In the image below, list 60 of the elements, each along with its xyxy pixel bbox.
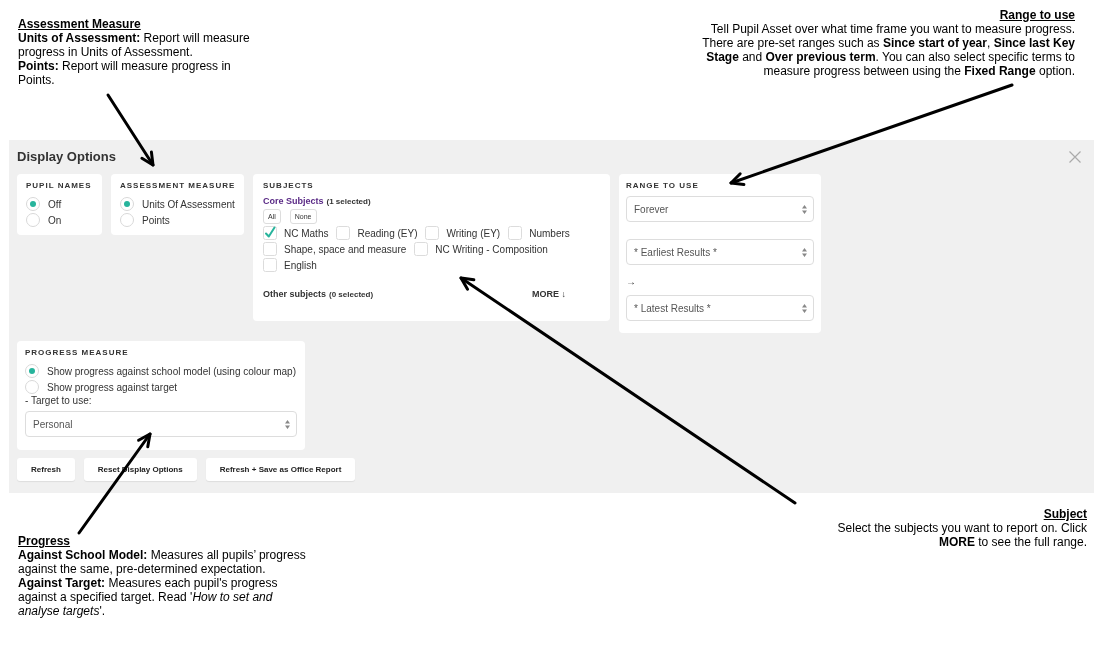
checkbox[interactable]	[414, 242, 429, 256]
note-text: Points: Report will measure progress in Points.	[18, 59, 232, 87]
note-heading: Range to use	[999, 8, 1075, 22]
card-heading: PUPIL NAMES	[26, 181, 92, 191]
subject-label: Shape, space and measure	[284, 243, 407, 255]
updown-chevron-icon	[802, 204, 807, 214]
updown-chevron-icon	[802, 247, 807, 257]
radio-button[interactable]	[26, 213, 40, 227]
note-heading: Assessment Measure	[18, 17, 141, 31]
panel-title: Display Options	[17, 149, 116, 165]
note-text: Select the subjects you want to report on. Click MORE to see the full range.	[836, 521, 1087, 549]
option-label: Units Of Assessment	[142, 198, 235, 210]
note-text: Tell Pupil Asset over what time frame you want to measure progress. There are pre-set ranges such as Since start of year, Since last Key Stage and Over previous term. You can also select specific terms to measure progress between using the Fixed Range option.	[701, 22, 1075, 78]
option-label: Show progress against school model (using colour map)	[47, 365, 296, 377]
option-label: Show progress against target	[47, 381, 178, 393]
updown-chevron-icon	[285, 419, 290, 429]
radio-button[interactable]	[26, 197, 40, 211]
option-label: Off	[48, 198, 62, 210]
checkbox[interactable]	[263, 258, 277, 272]
updown-chevron-icon	[802, 303, 807, 313]
radio-button[interactable]	[25, 380, 39, 394]
subject-label: Writing (EY)	[446, 227, 501, 239]
other-subjects-link[interactable]: Other subjects	[263, 289, 327, 299]
card-heading: PROGRESS MEASURE	[25, 348, 129, 358]
dropdown-select[interactable]: Personal	[25, 411, 297, 437]
note-heading: Progress	[18, 534, 71, 548]
checkbox[interactable]	[336, 226, 351, 240]
action-button[interactable]: Refresh + Save as Office Report	[205, 458, 356, 481]
option-label: On	[48, 214, 62, 226]
subject-label: NC Writing - Composition	[435, 243, 548, 255]
checkbox[interactable]	[508, 226, 523, 240]
card-heading: RANGE TO USE	[626, 181, 699, 191]
close-icon[interactable]	[1069, 151, 1081, 163]
selection-count: (0 selected)	[329, 290, 374, 300]
subject-label: Reading (EY)	[357, 227, 418, 239]
subject-label: NC Maths	[284, 227, 329, 239]
dropdown-select[interactable]: * Latest Results *	[626, 295, 814, 321]
range-separator: →	[626, 275, 636, 289]
checkbox[interactable]	[263, 242, 277, 256]
more-link[interactable]: MORE ↓	[532, 288, 566, 300]
subject-label: Numbers	[529, 227, 570, 239]
radio-button[interactable]	[120, 213, 134, 227]
subject-label: English	[284, 259, 317, 271]
selection-count: (1 selected)	[326, 197, 371, 207]
checkbox[interactable]	[263, 226, 277, 240]
dropdown-select[interactable]: Forever	[626, 196, 814, 222]
target-label: - Target to use:	[25, 395, 92, 407]
note-text: Units of Assessment: Report will measure progress in Units of Assessment.	[18, 31, 251, 59]
note-text: Against School Model: Measures all pupils’ progress against the same, pre-determined expectation.	[18, 548, 307, 576]
action-button[interactable]: Refresh	[17, 458, 75, 481]
core-subjects-link[interactable]: Core Subjects	[263, 196, 324, 206]
dropdown-select[interactable]: * Earliest Results *	[626, 239, 814, 265]
option-label: Points	[142, 214, 170, 226]
radio-button[interactable]	[120, 197, 134, 211]
note-heading: Subject	[1043, 507, 1087, 521]
radio-button[interactable]	[25, 364, 39, 378]
note-text: Against Target: Measures each pupil's progress against a specified target. Read 'How to set and analyse targets'.	[18, 576, 279, 618]
card-heading: SUBJECTS	[263, 181, 314, 191]
checkbox[interactable]	[425, 226, 440, 240]
card-heading: ASSESSMENT MEASURE	[120, 181, 236, 191]
